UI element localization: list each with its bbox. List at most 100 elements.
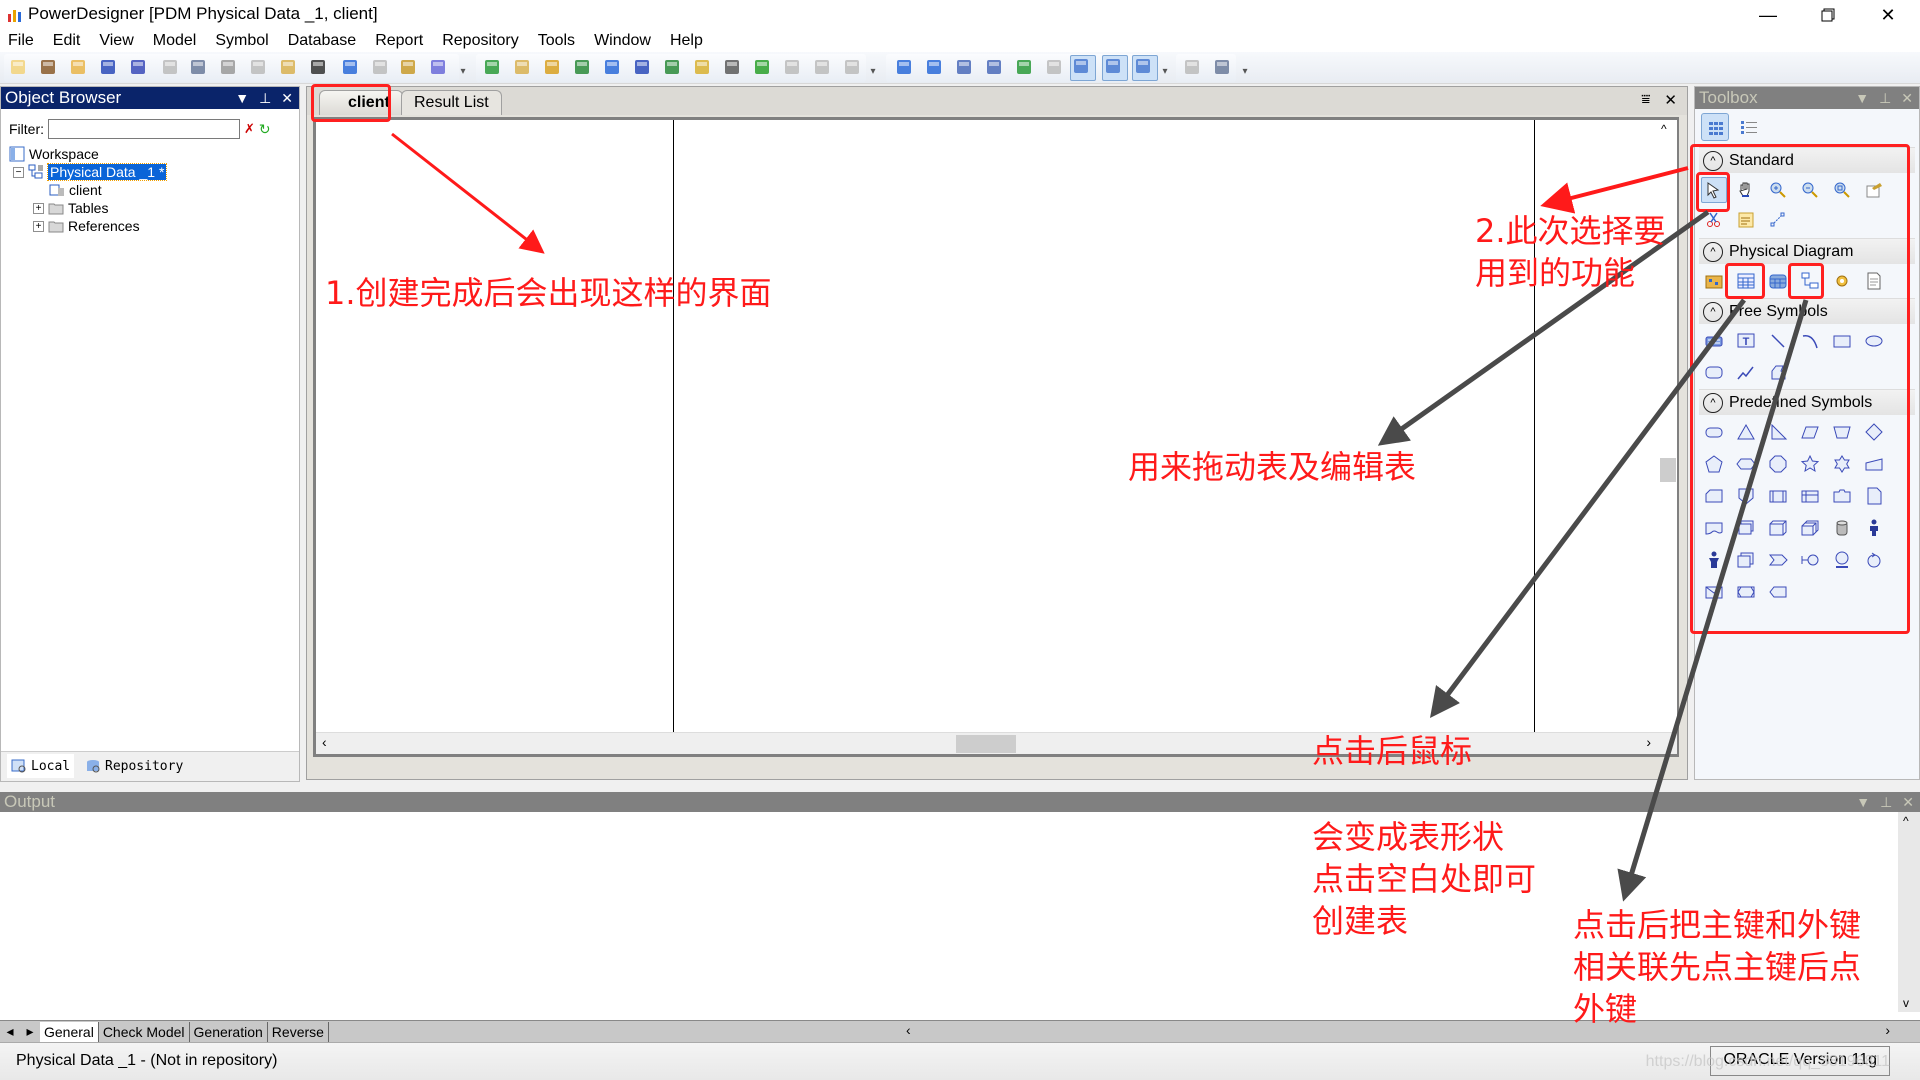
tab-list-icon[interactable]: ⩸ xyxy=(1641,91,1650,109)
menu-database[interactable]: Database xyxy=(288,30,357,52)
zoom-view-button[interactable] xyxy=(1070,55,1096,81)
output-tab-general[interactable]: General xyxy=(40,1021,99,1042)
scroll-thumb[interactable] xyxy=(1660,458,1676,482)
tree-item-tables[interactable]: + Tables xyxy=(33,199,108,217)
new-button[interactable] xyxy=(8,57,28,77)
paste-button[interactable] xyxy=(278,57,298,77)
filter-input[interactable] xyxy=(48,119,240,139)
close-window-button[interactable]: ✕ xyxy=(1860,0,1916,30)
save-button[interactable] xyxy=(98,57,118,77)
minimize-button[interactable]: — xyxy=(1740,0,1796,30)
menu-symbol[interactable]: Symbol xyxy=(215,30,268,52)
scroll-left-icon[interactable]: ‹ xyxy=(322,734,327,750)
pin-icon[interactable]: ⊥ xyxy=(1879,87,1891,109)
save-all-button[interactable] xyxy=(128,57,148,77)
close-tab-icon[interactable]: ✕ xyxy=(1664,91,1677,109)
comment-button[interactable] xyxy=(1102,55,1128,81)
toolbar-overflow-icon[interactable]: ▾ xyxy=(1160,67,1170,77)
refresh-filter-icon[interactable]: ↻ xyxy=(259,121,271,138)
open-button[interactable] xyxy=(68,57,88,77)
menu-view[interactable]: View xyxy=(99,30,133,52)
restore-button[interactable] xyxy=(1800,0,1856,30)
help-button[interactable] xyxy=(428,57,448,77)
pin-icon[interactable]: ⊥ xyxy=(259,87,271,109)
menu-help[interactable]: Help xyxy=(670,30,703,52)
output-tab-check-model[interactable]: Check Model xyxy=(99,1021,190,1042)
redo-button[interactable] xyxy=(370,57,390,77)
table-view-button[interactable] xyxy=(1132,55,1158,81)
tree-item-references[interactable]: + References xyxy=(33,217,140,235)
disabled-button[interactable] xyxy=(1044,57,1064,77)
find-button[interactable] xyxy=(542,57,562,77)
toolbar-overflow-icon[interactable]: ▾ xyxy=(868,67,878,77)
panel-menu-icon[interactable]: ▼ xyxy=(1856,792,1870,812)
menu-window[interactable]: Window xyxy=(594,30,651,52)
scroll-right-icon[interactable]: › xyxy=(1646,734,1651,750)
new-project-button[interactable] xyxy=(38,57,58,77)
undo-button[interactable] xyxy=(340,57,360,77)
toolbar-overflow-icon[interactable]: ▾ xyxy=(458,67,468,77)
scroll-up-icon[interactable]: ^ xyxy=(1903,814,1909,828)
expand-icon[interactable]: + xyxy=(33,202,44,214)
tree-item-client-diagram[interactable]: client xyxy=(49,181,102,199)
clear-filter-icon[interactable]: ✗ xyxy=(244,121,255,137)
paste-as-shortcut-button[interactable] xyxy=(512,57,532,77)
list-view-button[interactable] xyxy=(1735,113,1763,141)
close-panel-icon[interactable]: ✕ xyxy=(281,87,293,109)
expand-icon[interactable]: + xyxy=(33,220,44,232)
send-forward-button[interactable] xyxy=(842,57,862,77)
shadow-button[interactable] xyxy=(632,57,652,77)
text-button[interactable] xyxy=(662,57,682,77)
output-tab-generation[interactable]: Generation xyxy=(190,1021,268,1042)
cut-button[interactable] xyxy=(218,57,238,77)
output-vertical-scrollbar[interactable]: ^ v xyxy=(1898,812,1920,1012)
copy-button[interactable] xyxy=(248,57,268,77)
scroll-left-icon[interactable]: ‹ xyxy=(906,1022,911,1038)
output-tab-reverse[interactable]: Reverse xyxy=(268,1021,329,1042)
panel-menu-icon[interactable]: ▼ xyxy=(1855,87,1869,109)
font-color-button[interactable] xyxy=(752,57,772,77)
tab-scroll-right-icon[interactable]: ▸ xyxy=(20,1023,40,1040)
properties-button[interactable] xyxy=(398,57,418,77)
print-button[interactable] xyxy=(188,57,208,77)
tab-local[interactable]: Local xyxy=(7,754,75,778)
toolbar-overflow-icon[interactable]: ▾ xyxy=(1240,67,1250,77)
refresh-button[interactable] xyxy=(572,57,592,77)
collapse-icon[interactable]: − xyxy=(13,166,24,178)
merge-button[interactable] xyxy=(1014,57,1034,77)
menu-report[interactable]: Report xyxy=(375,30,423,52)
print-2-button[interactable] xyxy=(1212,57,1232,77)
output-horizontal-scrollbar[interactable]: ‹ › xyxy=(900,1020,1920,1042)
panel-menu-icon[interactable]: ▼ xyxy=(235,87,249,109)
close-panel-icon[interactable]: ✕ xyxy=(1901,87,1913,109)
print-preview-2-button[interactable] xyxy=(1182,57,1202,77)
icon-view-button[interactable] xyxy=(1701,113,1729,141)
pin-icon[interactable]: ⊥ xyxy=(1880,792,1892,812)
close-panel-icon[interactable]: ✕ xyxy=(1902,792,1914,812)
menu-repository[interactable]: Repository xyxy=(442,30,518,52)
send-back-button[interactable] xyxy=(812,57,832,77)
scroll-right-icon[interactable]: › xyxy=(1885,1022,1890,1038)
fill-button[interactable] xyxy=(722,57,742,77)
horizontal-scrollbar[interactable]: ‹ › xyxy=(316,732,1677,754)
pages-button[interactable] xyxy=(984,57,1004,77)
menu-edit[interactable]: Edit xyxy=(53,30,81,52)
check-model-button[interactable] xyxy=(602,57,622,77)
tab-result-list[interactable]: Result List xyxy=(401,90,502,115)
auto-layout-button[interactable] xyxy=(894,57,914,77)
tree-item-workspace[interactable]: Workspace xyxy=(9,145,99,163)
tab-scroll-left-icon[interactable]: ◂ xyxy=(0,1023,20,1040)
print-preview-button[interactable] xyxy=(160,57,180,77)
page-button[interactable] xyxy=(954,57,974,77)
menu-file[interactable]: File xyxy=(8,30,34,52)
delete-button[interactable] xyxy=(308,57,328,77)
menu-tools[interactable]: Tools xyxy=(538,30,575,52)
scroll-thumb[interactable] xyxy=(956,735,1016,753)
new-model-button[interactable] xyxy=(482,57,502,77)
group-layout-button[interactable] xyxy=(924,57,944,77)
pen-button[interactable] xyxy=(692,57,712,77)
bring-to-front-button[interactable] xyxy=(782,57,802,77)
scroll-up-icon[interactable]: ^ xyxy=(1661,122,1667,136)
menu-model[interactable]: Model xyxy=(153,30,197,52)
scroll-down-icon[interactable]: v xyxy=(1903,996,1909,1010)
